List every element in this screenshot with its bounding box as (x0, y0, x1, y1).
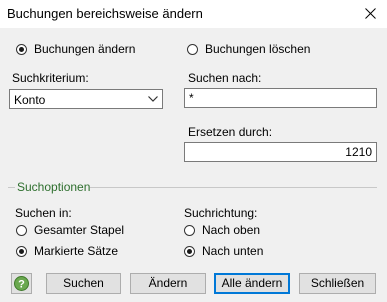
radio-direction-down-label: Nach unten (202, 244, 264, 258)
help-icon: ? (14, 276, 29, 291)
title-bar: Buchungen bereichsweise ändern (0, 0, 387, 28)
radio-direction-up[interactable]: Nach oben (184, 222, 260, 238)
criterion-select[interactable]: Konto (9, 89, 163, 109)
radio-search-in-all[interactable]: Gesamter Stapel (16, 222, 124, 238)
radio-search-in-all-label: Gesamter Stapel (34, 223, 125, 237)
change-all-button[interactable]: Alle ändern (214, 273, 290, 294)
criterion-label: Suchkriterium: (12, 71, 89, 85)
help-button[interactable]: ? (11, 273, 32, 294)
radio-change-bookings[interactable]: Buchungen ändern (16, 41, 135, 57)
radio-search-in-marked-label: Markierte Sätze (34, 244, 119, 258)
chevron-down-icon (148, 96, 158, 102)
radio-indicator (184, 224, 195, 236)
dialog-window: Buchungen bereichsweise ändern Buchungen… (0, 0, 387, 302)
search-in-label: Suchen in: (15, 206, 72, 220)
search-button[interactable]: Suchen (46, 273, 121, 294)
search-for-label: Suchen nach: (188, 71, 262, 85)
radio-indicator (16, 224, 27, 236)
radio-indicator (16, 245, 27, 257)
direction-label: Suchrichtung: (184, 206, 258, 220)
close-window-button[interactable] (355, 0, 387, 28)
radio-indicator (187, 43, 198, 55)
radio-search-in-marked[interactable]: Markierte Sätze (16, 243, 118, 259)
replace-label: Ersetzen durch: (188, 125, 273, 139)
search-options-group-title: Suchoptionen (17, 180, 91, 194)
group-divider-left (8, 187, 15, 188)
close-button[interactable]: Schließen (299, 273, 376, 294)
radio-indicator (184, 245, 195, 257)
group-divider (90, 187, 377, 188)
replace-input[interactable] (184, 142, 377, 162)
radio-direction-down[interactable]: Nach unten (184, 243, 263, 259)
radio-direction-up-label: Nach oben (202, 223, 261, 237)
criterion-select-value: Konto (14, 93, 46, 107)
close-icon (365, 8, 376, 19)
search-for-input[interactable] (184, 88, 377, 108)
change-button[interactable]: Ändern (130, 273, 206, 294)
radio-delete-bookings[interactable]: Buchungen löschen (187, 41, 310, 57)
radio-change-bookings-label: Buchungen ändern (34, 42, 136, 56)
window-title: Buchungen bereichsweise ändern (7, 6, 203, 21)
radio-delete-bookings-label: Buchungen löschen (205, 42, 311, 56)
radio-indicator (16, 43, 27, 55)
svg-text:?: ? (18, 279, 25, 291)
